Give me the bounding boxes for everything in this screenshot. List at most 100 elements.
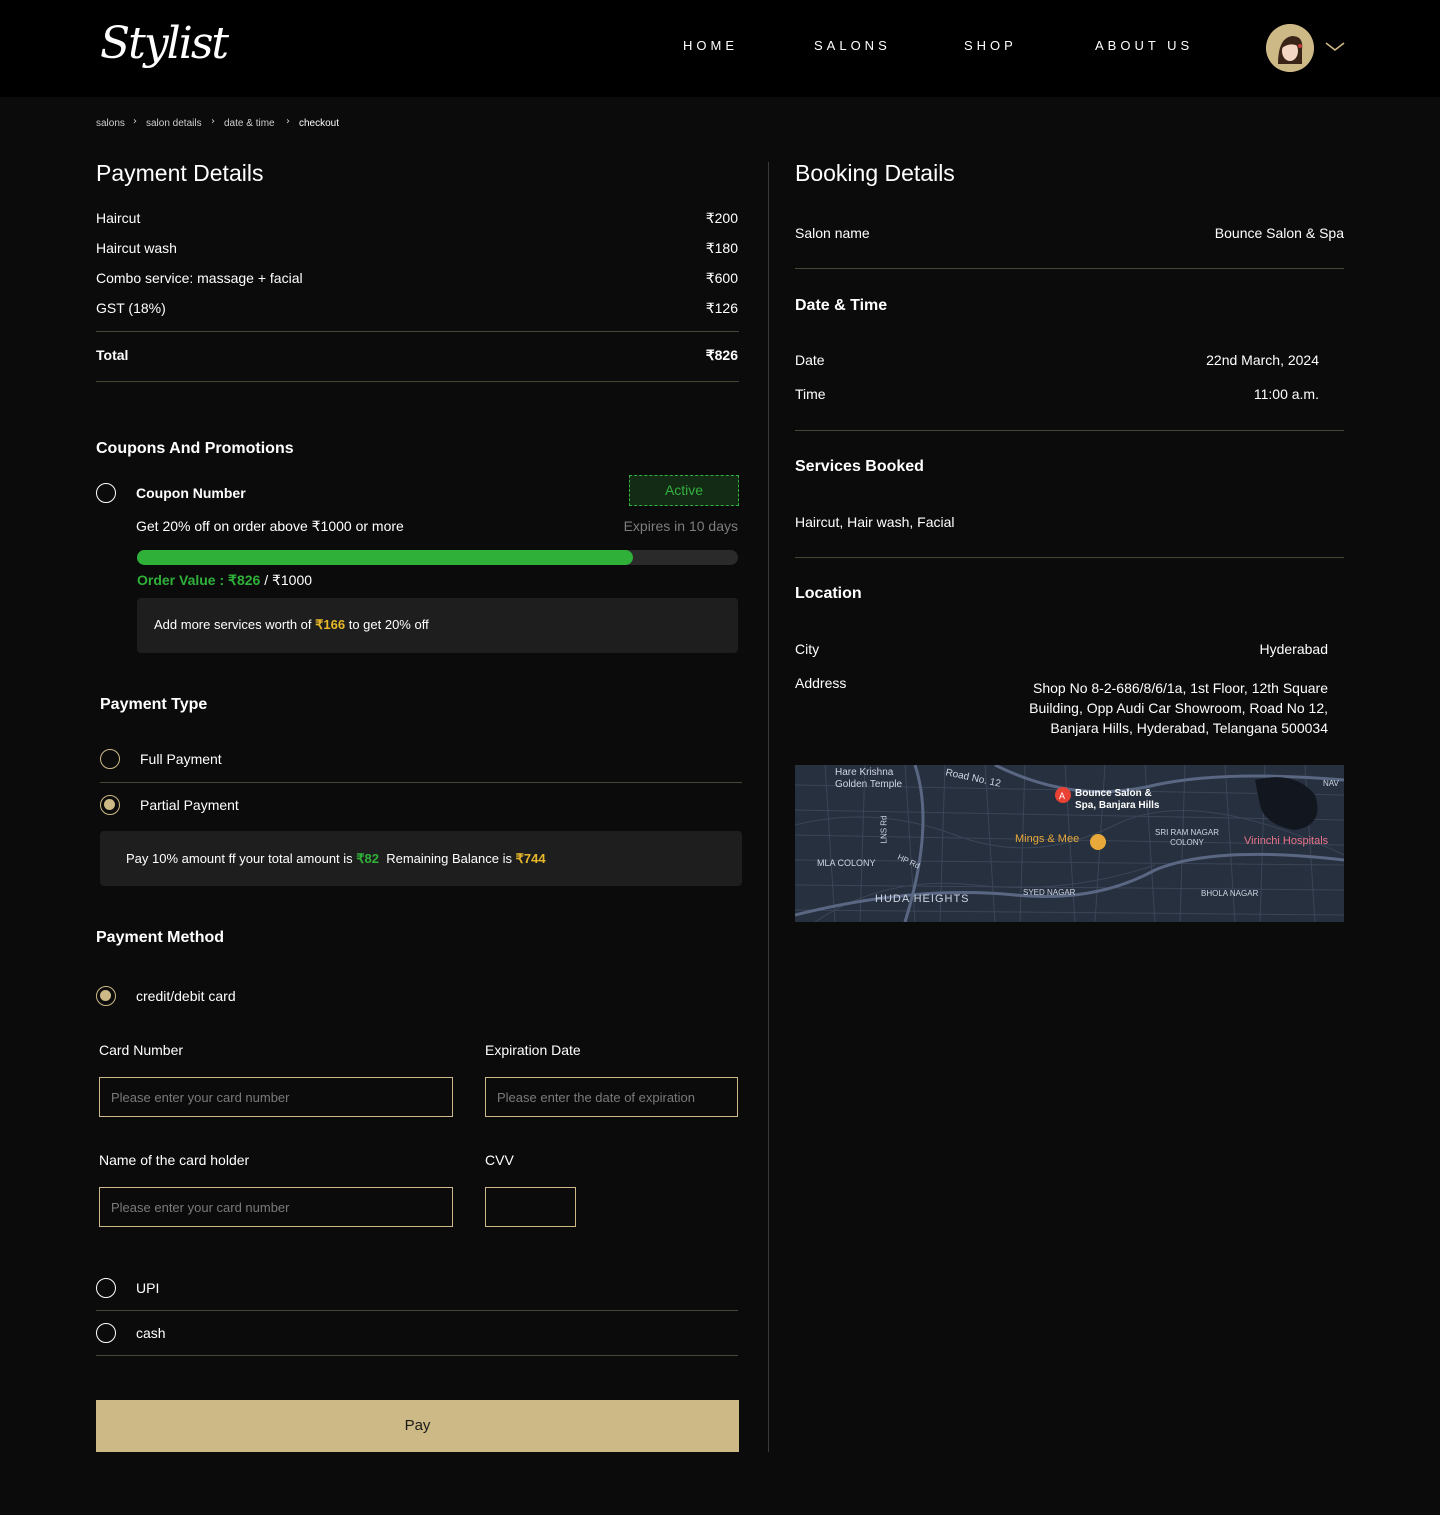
divider [795, 557, 1344, 558]
divider [795, 430, 1344, 431]
coupon-label: Coupon Number [136, 485, 246, 501]
map-label-mla: MLA COLONY [817, 858, 876, 868]
card-radio[interactable] [96, 986, 116, 1006]
top-navbar: Stylist HOME SALONS SHOP ABOUT US [0, 0, 1440, 97]
date-label: Date [795, 352, 825, 368]
column-divider [768, 162, 769, 1452]
map-label-temple: Hare Krishna Golden Temple [835, 767, 903, 790]
booking-details-title: Booking Details [795, 160, 955, 186]
coupons-title: Coupons And Promotions [96, 440, 294, 457]
avatar[interactable] [1266, 24, 1314, 72]
holder-input[interactable] [99, 1187, 453, 1227]
order-value-current: Order Value : ₹826 [137, 572, 261, 588]
map-label-lns: LNS Rd [879, 815, 889, 844]
breadcrumb-separator-icon: › [286, 116, 290, 127]
city-label: City [795, 641, 820, 657]
map-label-huda: HUDA HEIGHTS [875, 893, 970, 905]
services-value: Haircut, Hair wash, Facial [795, 514, 955, 530]
avatar-icon [1266, 24, 1314, 72]
note-balance: ₹744 [515, 851, 546, 866]
payment-method-title: Payment Method [96, 929, 225, 946]
breadcrumb-separator-icon: › [211, 116, 215, 127]
order-progress-bar [137, 550, 738, 565]
total-label: Total [96, 347, 129, 363]
stylist-logo[interactable]: Stylist [98, 4, 229, 94]
map-label-syed: SYED NAGAR [1023, 888, 1076, 897]
divider [96, 381, 739, 382]
address-line: Shop No 8-2-686/8/6/1a, 1st Floor, 12th … [1033, 680, 1328, 696]
city-value: Hyderabad [1259, 641, 1329, 657]
full-payment-label[interactable]: Full Payment [140, 751, 222, 767]
partial-payment-note-box: Pay 10% amount ff your total amount is ₹… [100, 831, 742, 886]
order-value: Order Value : ₹826 / ₹1000 [137, 572, 312, 589]
price-item-value: ₹126 [705, 300, 738, 316]
divider [96, 331, 739, 332]
divider [96, 1310, 738, 1311]
breadcrumb-salon-details[interactable]: salon details [146, 118, 202, 129]
coupon-hint-amount: ₹166 [315, 617, 346, 632]
address-label: Address [795, 675, 847, 691]
map-label-virinchi: Virinchi Hospitals [1244, 835, 1329, 847]
breadcrumb-checkout: checkout [299, 118, 340, 129]
full-payment-radio[interactable] [100, 749, 120, 769]
cash-label[interactable]: cash [136, 1325, 166, 1341]
address-value: Shop No 8-2-686/8/6/1a, 1st Floor, 12th … [980, 678, 1328, 738]
price-item-value: ₹600 [705, 270, 738, 286]
services-title: Services Booked [795, 458, 924, 475]
coupon-hint-suffix: to get 20% off [345, 617, 429, 632]
total-value: ₹826 [705, 347, 738, 363]
location-map[interactable]: A Hare Krishna Golden Temple Road No. 12… [795, 765, 1344, 922]
date-time-title: Date & Time [795, 297, 888, 314]
coupon-description: Get 20% off on order above ₹1000 or more [136, 518, 404, 534]
breadcrumb-separator-icon: › [133, 116, 137, 127]
pay-button[interactable]: Pay [96, 1400, 739, 1452]
nav-about-us[interactable]: ABOUT US [1095, 38, 1193, 53]
payment-details-title: Payment Details [96, 160, 264, 186]
holder-label: Name of the card holder [99, 1152, 250, 1168]
upi-radio[interactable] [96, 1278, 116, 1298]
price-item-label: Combo service: massage + facial [96, 270, 303, 286]
divider [795, 268, 1344, 269]
coupon-status-badge: Active [629, 475, 739, 506]
salon-name-value: Bounce Salon & Spa [1214, 225, 1344, 241]
nav-home[interactable]: HOME [683, 38, 738, 53]
location-title: Location [795, 585, 862, 602]
map-label-nav: NAV [1323, 779, 1339, 788]
cvv-input[interactable] [485, 1187, 576, 1227]
coupon-hint-box: Add more services worth of ₹166 to get 2… [137, 598, 738, 653]
address-line: Banjara Hills, Hyderabad, Telangana 5000… [1050, 720, 1328, 736]
note-prefix: Pay 10% amount ff your total amount is [126, 851, 357, 866]
time-label: Time [795, 386, 826, 402]
cvv-label: CVV [485, 1152, 514, 1168]
cash-radio[interactable] [96, 1323, 116, 1343]
price-item-value: ₹200 [705, 210, 738, 226]
card-option-label[interactable]: credit/debit card [136, 988, 236, 1004]
note-mid: Remaining Balance is [379, 851, 516, 866]
expiry-input[interactable] [485, 1077, 738, 1117]
svg-text:A: A [1059, 791, 1065, 801]
partial-payment-radio[interactable] [100, 795, 120, 815]
breadcrumb-salons[interactable]: salons [96, 118, 125, 129]
map-label-mings: Mings & Mee [1015, 833, 1080, 845]
coupon-radio[interactable] [96, 483, 116, 503]
nav-salons[interactable]: SALONS [814, 38, 891, 53]
address-line: Building, Opp Audi Car Showroom, Road No… [1029, 700, 1328, 716]
upi-label[interactable]: UPI [136, 1280, 159, 1296]
price-item-label: Haircut wash [96, 240, 177, 256]
divider [100, 782, 742, 783]
time-value: 11:00 a.m. [1253, 386, 1319, 402]
map-label-bhola: BHOLA NAGAR [1201, 889, 1259, 898]
divider [96, 1355, 738, 1356]
payment-type-title: Payment Type [100, 696, 208, 713]
logo-text: Stylist [100, 18, 229, 69]
coupon-expiry: Expires in 10 days [623, 518, 738, 534]
order-progress-fill [137, 550, 634, 565]
partial-payment-label[interactable]: Partial Payment [140, 797, 239, 813]
breadcrumb-date-time[interactable]: date & time [224, 118, 275, 129]
card-number-input[interactable] [99, 1077, 453, 1117]
card-number-label: Card Number [99, 1042, 184, 1058]
price-item-label: Haircut [96, 210, 141, 226]
nav-shop[interactable]: SHOP [964, 38, 1017, 53]
coupon-hint-prefix: Add more services worth of [154, 617, 316, 632]
chevron-down-icon[interactable] [1324, 38, 1346, 54]
